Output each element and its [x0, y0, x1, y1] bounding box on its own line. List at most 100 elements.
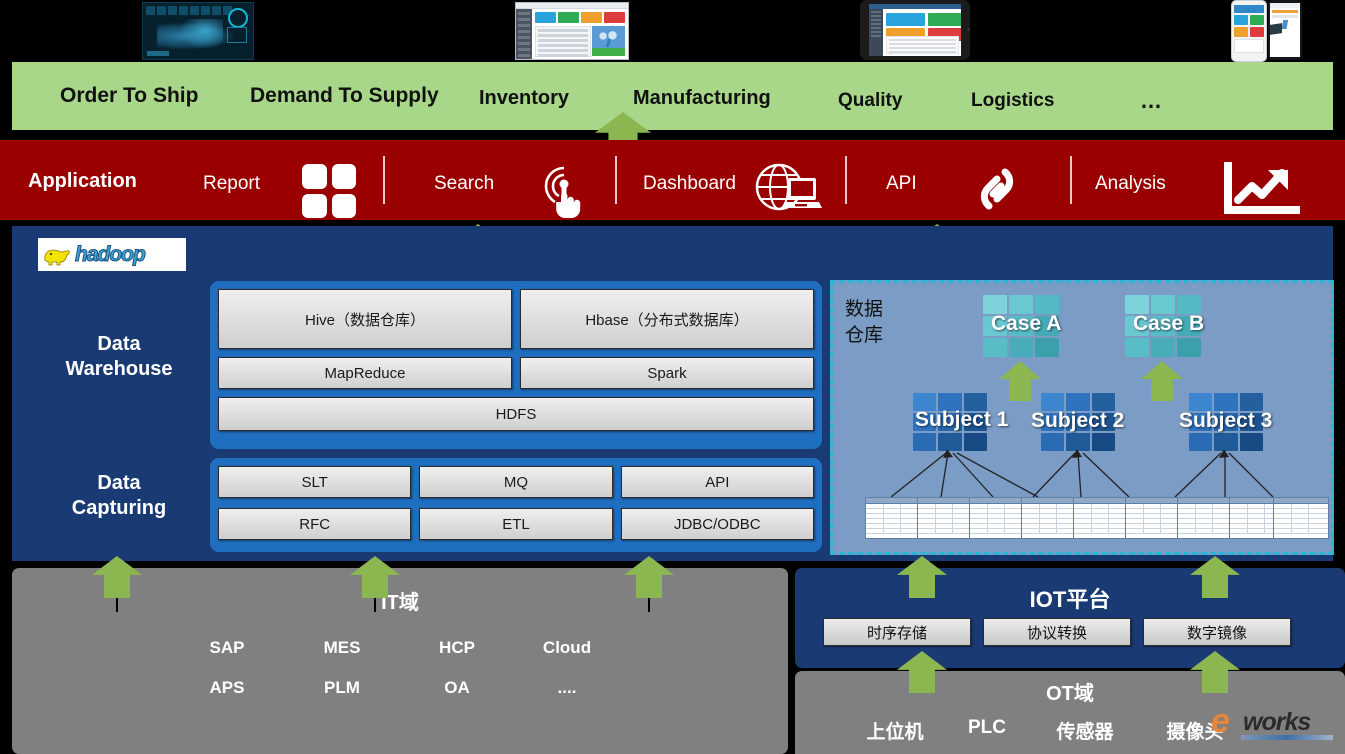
phone-statusbar: [1270, 3, 1300, 8]
thumb-green-bar: [592, 48, 625, 56]
thumb-kpi-cards: [535, 12, 625, 23]
iot-button-protocol-conversion[interactable]: 协议转换: [983, 618, 1131, 646]
app-item-analysis-label[interactable]: Analysis: [1095, 173, 1166, 195]
cell-spark[interactable]: Spark: [520, 357, 814, 389]
grid-squares-icon[interactable]: [302, 164, 356, 218]
it-item-aps[interactable]: APS: [182, 678, 272, 698]
ot-domain-panel: OT域 上位机 PLC 传感器 摄像头 e works: [795, 671, 1345, 754]
it-item-cloud[interactable]: Cloud: [517, 638, 617, 658]
eworks-e-letter: e: [1211, 702, 1230, 740]
it-item-plm[interactable]: PLM: [297, 678, 387, 698]
divider-1: [383, 156, 385, 204]
cell-mapreduce[interactable]: MapReduce: [218, 357, 512, 389]
web-dashboard-screenshot: [515, 2, 629, 60]
mini-table: [917, 497, 973, 539]
touch-tap-icon[interactable]: [533, 158, 595, 220]
dc-label-line1: Data: [97, 472, 141, 494]
it-item-more[interactable]: ....: [517, 678, 617, 698]
mini-table: [1021, 497, 1077, 539]
cell-etl[interactable]: ETL: [419, 508, 613, 540]
thumb-sidebar: [516, 9, 532, 59]
data-warehouse-visual-panel: 数据 仓库 Case A Case B Subject 1 Subject 2 …: [830, 280, 1334, 555]
globe-laptop-icon[interactable]: [750, 160, 822, 218]
thumb-line-chart: [592, 39, 625, 47]
domain-item-manufacturing[interactable]: Manufacturing: [633, 87, 771, 110]
phone-row-highlight: [1272, 10, 1298, 13]
cell-hive[interactable]: Hive（数据仓库）: [218, 289, 512, 349]
case-b-label[interactable]: Case B: [1133, 312, 1204, 336]
mini-table: [969, 497, 1025, 539]
divider-4: [1070, 156, 1072, 204]
thumb-table: [535, 26, 591, 57]
hadoop-stack-row2: MapReduce Spark: [218, 357, 814, 389]
cell-mq[interactable]: MQ: [419, 466, 613, 498]
dw-label-line1: Data: [97, 333, 141, 355]
application-layer-title: Application: [28, 170, 137, 192]
cell-hdfs[interactable]: HDFS: [218, 397, 814, 431]
iot-button-digital-twin[interactable]: 数字镜像: [1143, 618, 1291, 646]
ot-domain-title: OT域: [1046, 683, 1094, 705]
phone-cube-graphic: [1270, 23, 1282, 35]
iot-platform-panel: IOT平台 时序存储 协议转换 数字镜像: [795, 568, 1345, 668]
ot-item-sensor[interactable]: 传感器: [1035, 717, 1135, 744]
subject-1-label[interactable]: Subject 1: [915, 408, 1008, 432]
subject-3-label[interactable]: Subject 3: [1179, 409, 1272, 433]
hadoop-stack-box: Hive（数据仓库） Hbase（分布式数据库） MapReduce Spark…: [210, 281, 822, 449]
ot-item-host-computer[interactable]: 上位机: [847, 717, 943, 744]
mini-table: [865, 497, 921, 539]
domain-item-inventory[interactable]: Inventory: [479, 87, 569, 110]
hadoop-logo: hadoop: [38, 238, 186, 271]
hadoop-stack-row1: Hive（数据仓库） Hbase（分布式数据库）: [218, 289, 814, 349]
app-item-api-label[interactable]: API: [886, 173, 917, 195]
ot-item-plc[interactable]: PLC: [947, 717, 1027, 739]
device-screenshot-strip: [0, 0, 1345, 62]
phone-screen: [1270, 3, 1300, 57]
application-layer-bar: Application Report Search Dashboard API …: [0, 140, 1345, 220]
cell-rfc[interactable]: RFC: [218, 508, 412, 540]
data-capturing-box: SLT MQ API RFC ETL JDBC/ODBC: [210, 458, 822, 552]
divider-2: [615, 156, 617, 204]
domain-item-more[interactable]: …: [1140, 88, 1162, 114]
arrow-stem-2: [374, 598, 376, 612]
arrow-stem-1: [116, 598, 118, 612]
capturing-row1: SLT MQ API: [218, 466, 814, 498]
it-item-sap[interactable]: SAP: [182, 638, 272, 658]
thumb-browser-bar: [516, 3, 628, 9]
iot-button-timeseries-storage[interactable]: 时序存储: [823, 618, 971, 646]
it-item-mes[interactable]: MES: [297, 638, 387, 658]
subject-2-label[interactable]: Subject 2: [1031, 409, 1124, 433]
domain-item-quality[interactable]: Quality: [838, 90, 902, 112]
arrow-stem-3: [648, 598, 650, 612]
thumb-label: [147, 51, 169, 56]
mini-table: [1125, 497, 1181, 539]
cell-hbase[interactable]: Hbase（分布式数据库）: [520, 289, 814, 349]
phone-chart-screenshot: [1268, 0, 1302, 60]
app-item-search-label[interactable]: Search: [434, 173, 494, 195]
tablet-screen: [869, 4, 961, 56]
cell-jdbc-odbc[interactable]: JDBC/ODBC: [620, 508, 814, 540]
thumb-map-glow: [179, 19, 223, 49]
hadoop-wordmark: hadoop: [75, 242, 147, 266]
cell-slt[interactable]: SLT: [218, 466, 412, 498]
chain-link-icon[interactable]: [968, 162, 1026, 216]
iot-platform-title: IOT平台: [1029, 587, 1111, 612]
it-item-hcp[interactable]: HCP: [412, 638, 502, 658]
domain-item-logistics[interactable]: Logistics: [971, 90, 1054, 112]
dw-caption-line2: 仓库: [845, 325, 884, 346]
eworks-watermark-logo: e works: [1209, 704, 1337, 744]
it-item-oa[interactable]: OA: [412, 678, 502, 698]
arrow-subject-to-case-a: [999, 361, 1041, 401]
domain-item-order-to-ship[interactable]: Order To Ship: [60, 84, 198, 108]
tablet-table: [886, 36, 959, 54]
tablet-dashboard-screenshot: [860, 0, 970, 60]
case-a-label[interactable]: Case A: [991, 312, 1061, 336]
dw-label-line2: Warehouse: [65, 358, 173, 380]
tablet-sidebar: [869, 9, 883, 56]
trend-chart-icon[interactable]: [1220, 160, 1304, 218]
hadoop-stack-row3: HDFS: [218, 397, 814, 431]
capturing-row2: RFC ETL JDBC/ODBC: [218, 508, 814, 540]
app-item-dashboard-label[interactable]: Dashboard: [643, 173, 736, 195]
domain-item-demand-to-supply[interactable]: Demand To Supply: [250, 84, 439, 108]
app-item-report-label[interactable]: Report: [203, 173, 260, 195]
cell-api[interactable]: API: [620, 466, 814, 498]
